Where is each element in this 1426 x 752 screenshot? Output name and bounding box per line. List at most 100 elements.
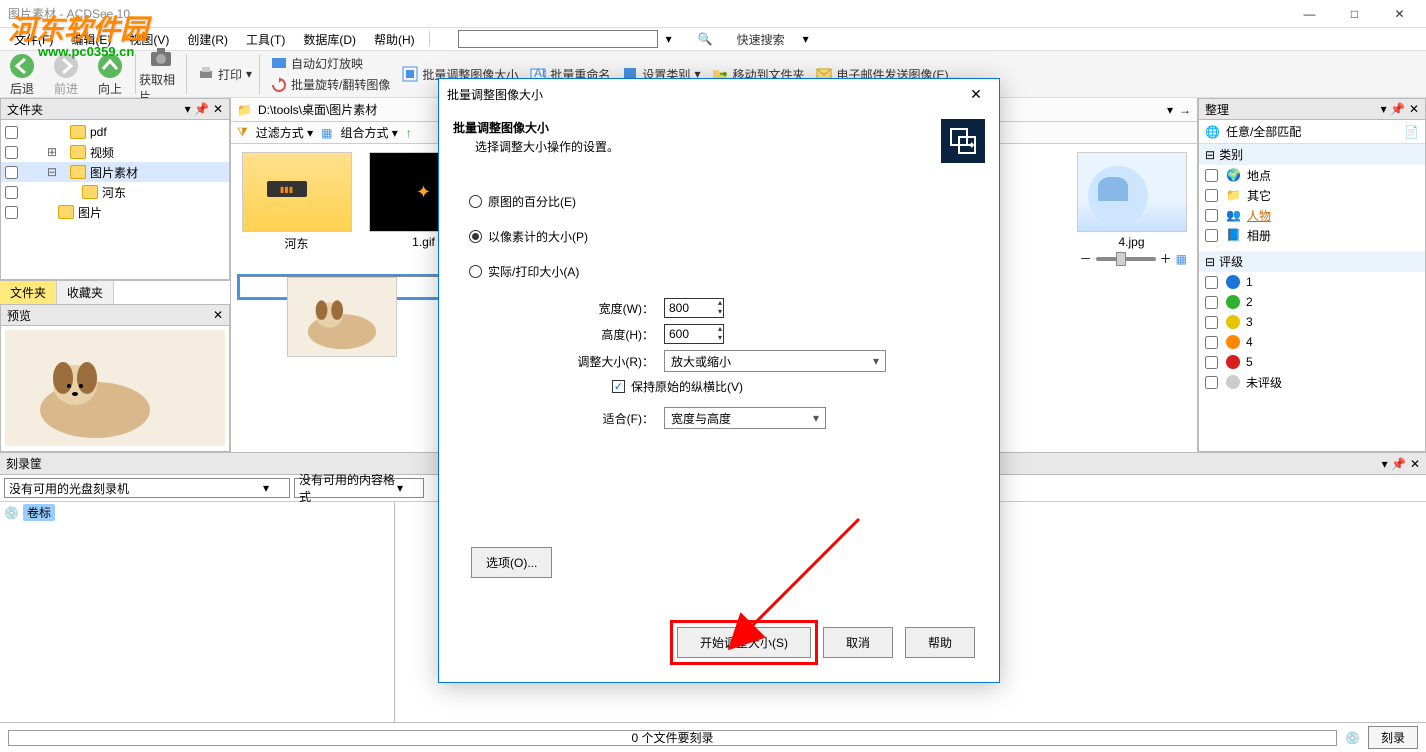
- tree-checkbox[interactable]: [5, 186, 18, 199]
- collapse-icon: ⊟: [1205, 255, 1215, 269]
- batch-rotate-button[interactable]: 批量旋转/翻转图像: [267, 75, 394, 94]
- category-section-header[interactable]: ⊟ 类别: [1199, 144, 1425, 165]
- dialog-close-icon[interactable]: ✕: [961, 86, 991, 103]
- tab-folders[interactable]: 文件夹: [0, 281, 57, 304]
- menu-database[interactable]: 数据库(D): [295, 29, 364, 50]
- preview-image: [5, 330, 225, 446]
- width-input[interactable]: 800: [664, 298, 724, 318]
- tree-checkbox[interactable]: [5, 146, 18, 159]
- burn-button[interactable]: 刻录: [1368, 726, 1418, 749]
- window-minimize-button[interactable]: —: [1287, 0, 1332, 28]
- slider-thumb[interactable]: [1116, 252, 1126, 266]
- quick-search-link[interactable]: 快速搜索: [729, 29, 793, 50]
- panel-close-icon[interactable]: ✕: [1410, 457, 1420, 471]
- tree-item[interactable]: 河东: [1, 182, 229, 202]
- panel-close-icon[interactable]: ✕: [213, 308, 223, 322]
- tree-checkbox[interactable]: [5, 206, 18, 219]
- zoom-out-icon[interactable]: －: [1080, 250, 1092, 267]
- view-mode-icon[interactable]: ▦: [1176, 252, 1187, 266]
- thumbnail-item[interactable]: 2017-12-15_1641...: [239, 276, 461, 298]
- match-selector[interactable]: 🌐 任意/全部匹配 📄: [1199, 120, 1425, 144]
- help-button[interactable]: 帮助: [905, 627, 975, 658]
- quick-search-dropdown-icon[interactable]: ▾: [795, 30, 817, 48]
- menu-file[interactable]: 文件(F): [6, 29, 61, 50]
- rating-item[interactable]: 2: [1199, 292, 1425, 312]
- tree-item[interactable]: 图片: [1, 202, 229, 222]
- tree-checkbox[interactable]: [5, 126, 18, 139]
- search-dropdown-icon[interactable]: ▾: [658, 30, 680, 48]
- dialog-header-title: 批量调整图像大小: [453, 119, 941, 136]
- pin-icon[interactable]: ▾ 📌: [1382, 457, 1406, 471]
- folder-tree[interactable]: pdf ⊞视频 ⊟图片素材 河东 图片: [0, 120, 230, 280]
- search-box[interactable]: [458, 30, 658, 48]
- burn-drive-select[interactable]: 没有可用的光盘刻录机▾: [4, 478, 290, 498]
- rating-item[interactable]: 未评级: [1199, 372, 1425, 392]
- menu-help[interactable]: 帮助(H): [366, 29, 423, 50]
- category-item[interactable]: 👥人物: [1199, 205, 1425, 225]
- menu-tools[interactable]: 工具(T): [238, 29, 293, 50]
- tree-item[interactable]: ⊟图片素材: [1, 162, 229, 182]
- panel-close-icon[interactable]: ✕: [213, 102, 223, 116]
- radio-percent[interactable]: 原图的百分比(E): [469, 193, 969, 210]
- acquire-button[interactable]: 获取相片: [139, 43, 183, 105]
- cancel-button[interactable]: 取消: [823, 627, 893, 658]
- auto-slideshow-button[interactable]: 自动幻灯放映: [267, 54, 394, 73]
- burn-tree[interactable]: 💿 卷标: [0, 502, 395, 722]
- rating-dot-icon: [1226, 315, 1240, 329]
- options-button[interactable]: 选项(O)...: [471, 547, 552, 578]
- group-dropdown[interactable]: 组合方式 ▾: [340, 124, 397, 141]
- sort-arrow-icon[interactable]: ↑: [406, 126, 412, 140]
- rating-item[interactable]: 3: [1199, 312, 1425, 332]
- volume-label-item[interactable]: 💿 卷标: [0, 502, 394, 523]
- new-item-icon[interactable]: 📄: [1404, 125, 1419, 139]
- thumbnail-item[interactable]: ▮▮▮ 河东: [239, 152, 354, 252]
- pin-icon[interactable]: ▾ 📌: [1381, 102, 1405, 116]
- rating-section-header[interactable]: ⊟ 评级: [1199, 251, 1425, 272]
- radio-print[interactable]: 实际/打印大小(A): [469, 263, 969, 280]
- up-button[interactable]: 向上: [88, 52, 132, 97]
- tree-checkbox[interactable]: [5, 166, 18, 179]
- burn-format-select[interactable]: 没有可用的内容格式▾: [294, 478, 424, 498]
- dialog-titlebar[interactable]: 批量调整图像大小 ✕: [439, 79, 999, 109]
- print-button[interactable]: 打印▾: [194, 65, 256, 84]
- tree-item[interactable]: pdf: [1, 122, 229, 142]
- height-input[interactable]: 600: [664, 324, 724, 344]
- filter-icon: ⧩: [237, 125, 248, 140]
- menu-create[interactable]: 创建(R): [179, 29, 236, 50]
- tree-item[interactable]: ⊞视频: [1, 142, 229, 162]
- resize-select[interactable]: 放大或缩小: [664, 350, 886, 372]
- menubar: 文件(F) 编辑(E) 视图(V) 创建(R) 工具(T) 数据库(D) 帮助(…: [0, 28, 1426, 50]
- radio-pixels[interactable]: 以像素计的大小(P): [469, 228, 969, 245]
- rating-item[interactable]: 1: [1199, 272, 1425, 292]
- rating-item[interactable]: 4: [1199, 332, 1425, 352]
- panel-close-icon[interactable]: ✕: [1409, 102, 1419, 116]
- go-icon[interactable]: →: [1179, 103, 1191, 117]
- back-button[interactable]: 后退: [0, 52, 44, 97]
- category-item[interactable]: 📘相册: [1199, 225, 1425, 245]
- category-item[interactable]: 🌍地点: [1199, 165, 1425, 185]
- rating-item[interactable]: 5: [1199, 352, 1425, 372]
- window-close-button[interactable]: ✕: [1377, 0, 1422, 28]
- pin-icon[interactable]: ▾ 📌: [185, 102, 209, 116]
- category-item[interactable]: 📁其它: [1199, 185, 1425, 205]
- zoom-in-icon[interactable]: ＋: [1160, 250, 1172, 267]
- address-dropdown-icon[interactable]: ▾: [1167, 103, 1173, 117]
- menu-edit[interactable]: 编辑(E): [63, 29, 119, 50]
- globe-icon: 🌍: [1226, 168, 1241, 182]
- slider-track[interactable]: [1096, 257, 1156, 261]
- toolbar-divider: [259, 54, 260, 94]
- tab-favorites[interactable]: 收藏夹: [57, 281, 114, 304]
- thumbnail-item[interactable]: 4.jpg: [1074, 152, 1189, 252]
- thumbnail-image: [1077, 152, 1187, 232]
- fit-select[interactable]: 宽度与高度: [664, 407, 826, 429]
- window-title: 图片素材 - ACDSee 10: [8, 5, 130, 22]
- filter-dropdown[interactable]: 过滤方式 ▾: [256, 124, 313, 141]
- burn-progress: 0 个文件要刻录: [8, 730, 1337, 746]
- people-icon: 👥: [1226, 208, 1241, 222]
- keep-ratio-checkbox[interactable]: 保持原始的纵横比(V): [612, 378, 743, 395]
- right-panel: 整理 ▾ 📌 ✕ 🌐 任意/全部匹配 📄 ⊟ 类别 🌍地点 📁其它 👥人物 📘相…: [1198, 98, 1426, 452]
- start-resize-button[interactable]: 开始调整大小(S): [677, 627, 811, 658]
- window-maximize-button[interactable]: □: [1332, 0, 1377, 28]
- folder-icon: [82, 185, 98, 199]
- zoom-slider[interactable]: － ＋ ▦: [1080, 250, 1187, 267]
